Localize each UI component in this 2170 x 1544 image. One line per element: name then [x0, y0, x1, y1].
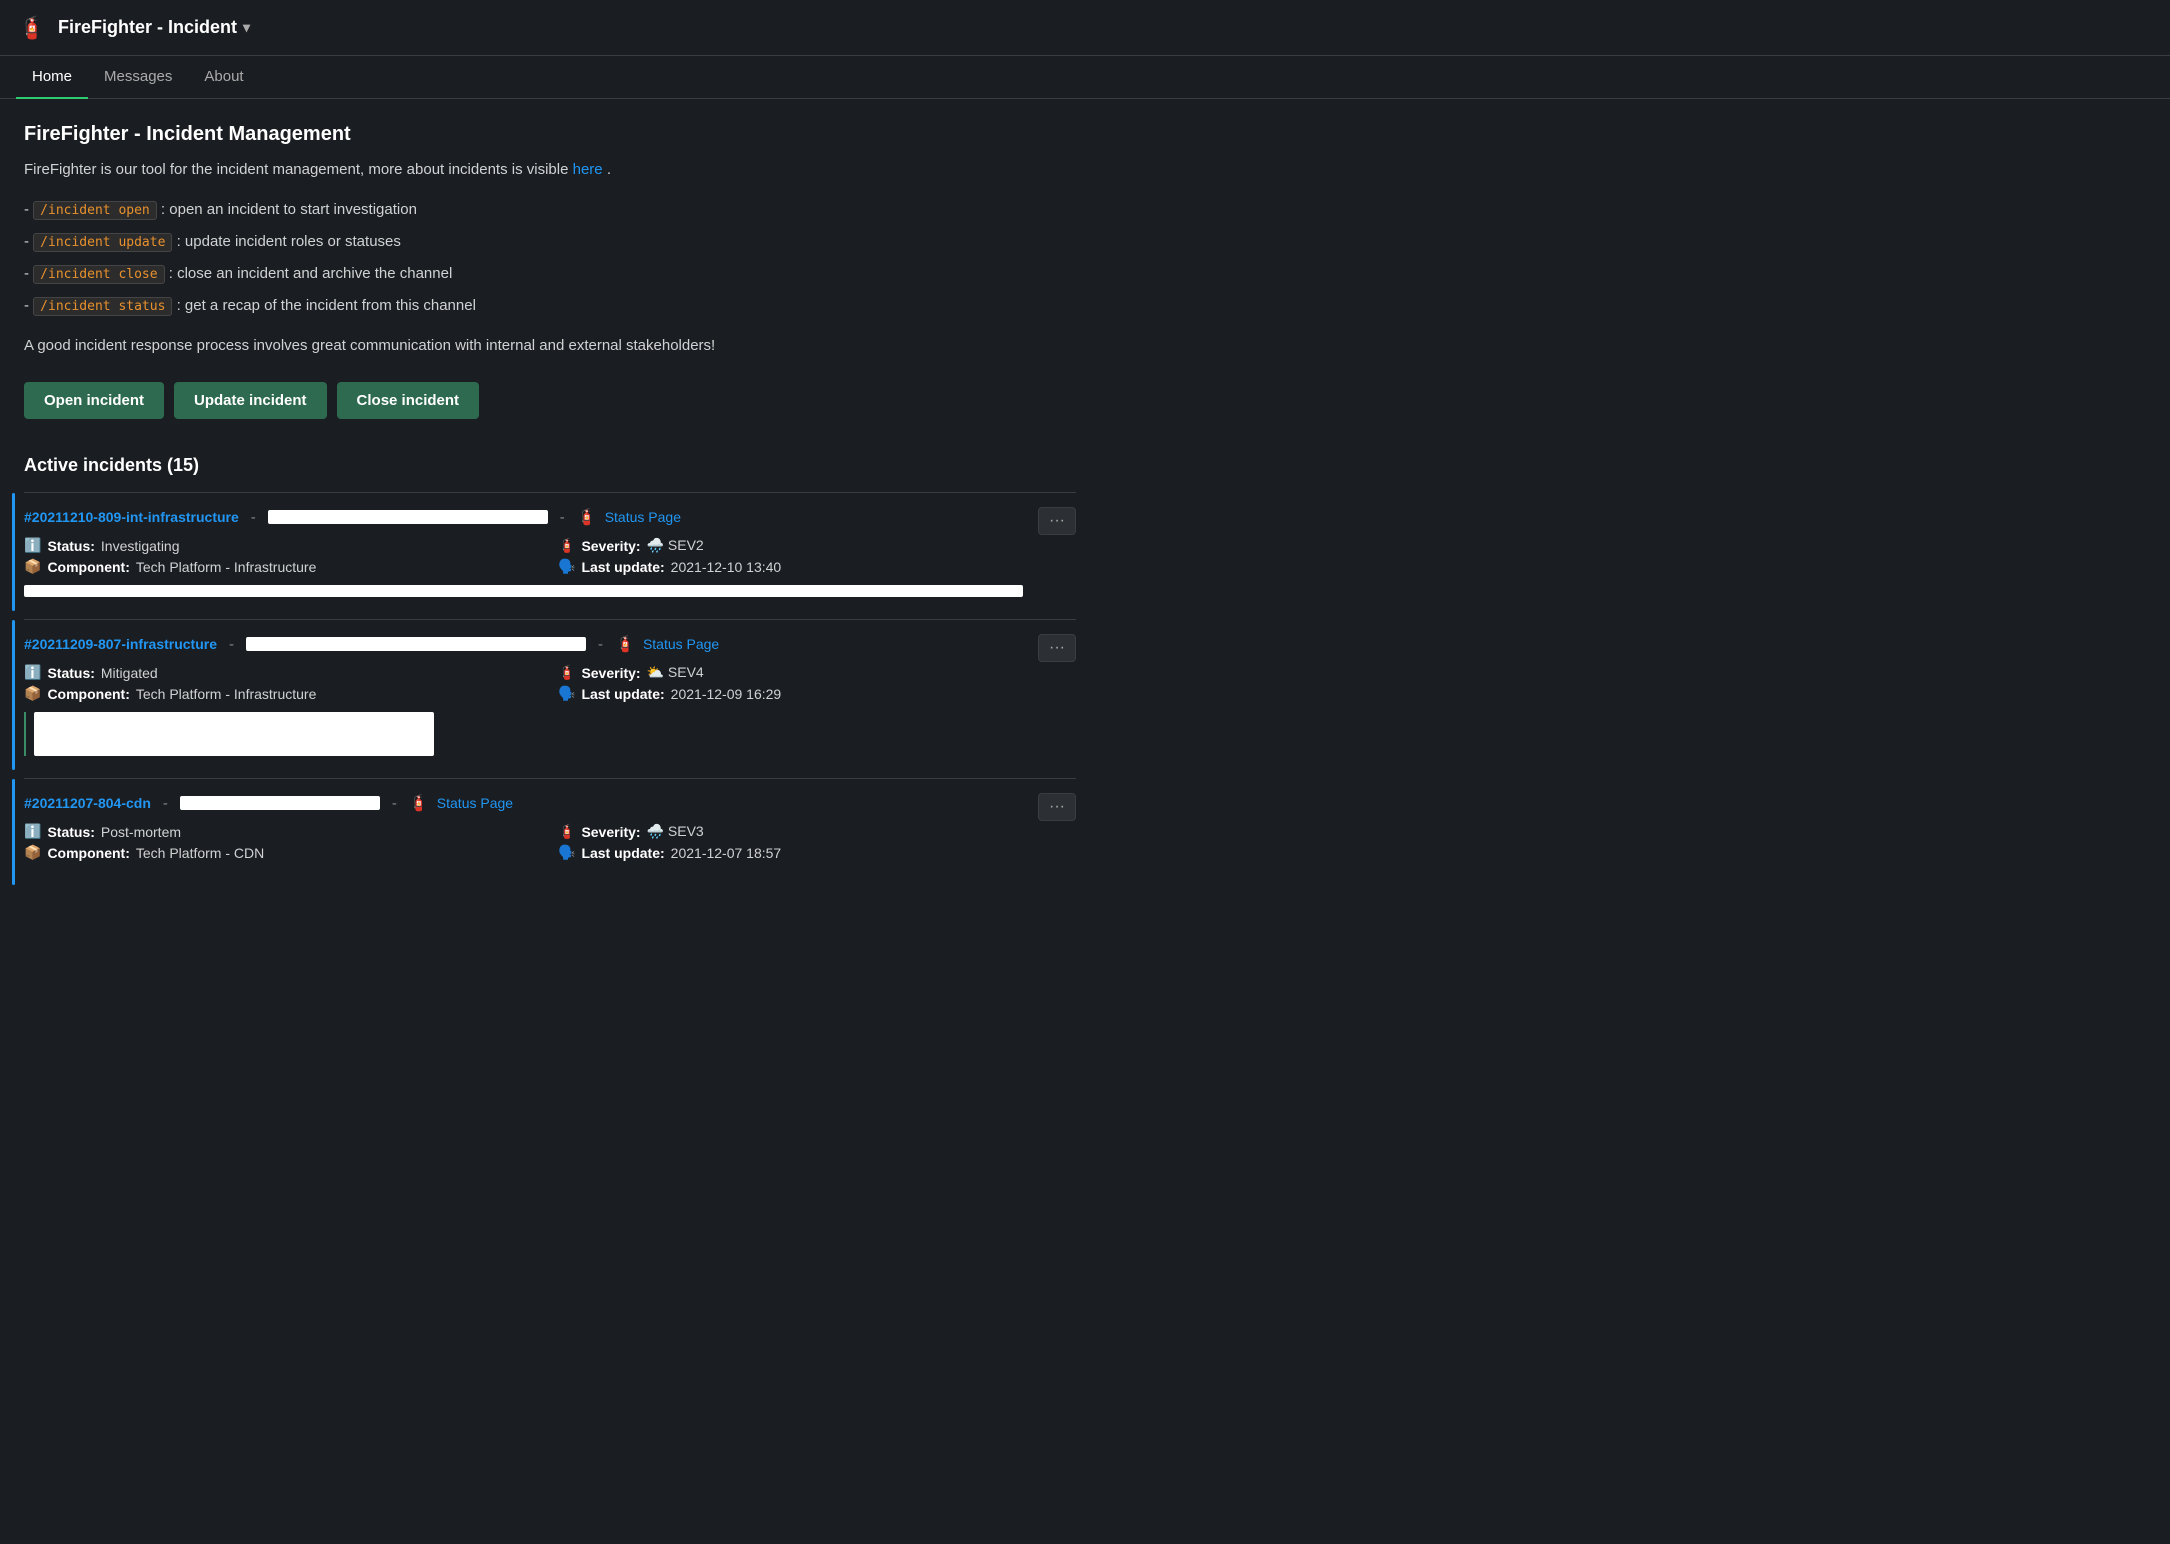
incident-details-2: ℹ️ Status: Mitigated 🧯 Severity: ⛅ SEV4 …: [24, 664, 1076, 702]
close-incident-button[interactable]: Close incident: [337, 382, 480, 419]
incident-link-3[interactable]: #20211207-804-cdn: [24, 795, 151, 811]
status-page-link-2[interactable]: Status Page: [643, 636, 719, 652]
incident-link-2[interactable]: #20211209-807-infrastructure: [24, 636, 217, 652]
command-code-update: /incident update: [33, 233, 172, 252]
box-icon-1: 📦: [24, 558, 41, 575]
incident-details-1: ℹ️ Status: Investigating 🧯 Severity: 🌧️ …: [24, 537, 1076, 575]
incident-header-3: #20211207-804-cdn - - 🧯 Status Page ···: [24, 793, 1076, 813]
component-row-3: 📦 Component: Tech Platform - CDN: [24, 844, 542, 861]
severity-icon-2: 🧯: [558, 664, 575, 681]
here-link[interactable]: here: [573, 161, 603, 178]
command-list: /incident open : open an incident to sta…: [24, 198, 1076, 318]
more-button-2[interactable]: ···: [1038, 634, 1076, 662]
box-icon-2: 📦: [24, 685, 41, 702]
app-title: FireFighter - Incident ▾: [58, 17, 250, 38]
app-title-text: FireFighter - Incident: [58, 17, 237, 38]
tagline: A good incident response process involve…: [24, 334, 1076, 358]
redacted-title-1: [268, 510, 548, 524]
incident-left-bar-1: [12, 493, 15, 611]
incident-header-2: #20211209-807-infrastructure - - 🧯 Statu…: [24, 634, 1076, 654]
severity-row-2: 🧯 Severity: ⛅ SEV4: [558, 664, 1076, 681]
incident-details-3: ℹ️ Status: Post-mortem 🧯 Severity: 🌧️ SE…: [24, 823, 1076, 861]
component-row-2: 📦 Component: Tech Platform - Infrastruct…: [24, 685, 542, 702]
short-bar-2: [34, 712, 434, 756]
app-icon: 🧯: [16, 12, 48, 44]
redacted-title-3: [180, 796, 380, 810]
fire-icon-2: 🧯: [615, 634, 635, 654]
command-code-close: /incident close: [33, 265, 164, 284]
incident-left-bar-3: [12, 779, 15, 885]
active-incidents-title: Active incidents (15): [24, 455, 1076, 476]
status-row-2: ℹ️ Status: Mitigated: [24, 664, 542, 681]
status-page-link-3[interactable]: Status Page: [437, 795, 513, 811]
redacted-title-2: [246, 637, 586, 651]
intro-text: FireFighter is our tool for the incident…: [24, 158, 1076, 182]
nav-tabs: Home Messages About: [0, 56, 2170, 99]
status-row-1: ℹ️ Status: Investigating: [24, 537, 542, 554]
incident-header-1: #20211210-809-int-infrastructure - - 🧯 S…: [24, 507, 1076, 527]
progress-bar-1: [24, 585, 1023, 597]
chat-icon-1: 🗣️: [558, 558, 575, 575]
open-incident-button[interactable]: Open incident: [24, 382, 164, 419]
update-incident-button[interactable]: Update incident: [174, 382, 327, 419]
box-icon-3: 📦: [24, 844, 41, 861]
incident-card-1: #20211210-809-int-infrastructure - - 🧯 S…: [24, 492, 1076, 611]
update-row-1: 🗣️ Last update: 2021-12-10 13:40: [558, 558, 1076, 575]
progress-area-2: [24, 712, 1076, 756]
severity-row-1: 🧯 Severity: 🌧️ SEV2: [558, 537, 1076, 554]
incident-card-3: #20211207-804-cdn - - 🧯 Status Page ··· …: [24, 778, 1076, 885]
fire-icon-3: 🧯: [409, 793, 429, 813]
incident-card-2: #20211209-807-infrastructure - - 🧯 Statu…: [24, 619, 1076, 770]
chat-icon-2: 🗣️: [558, 685, 575, 702]
more-button-1[interactable]: ···: [1038, 507, 1076, 535]
tab-messages[interactable]: Messages: [88, 56, 188, 99]
command-item-close: /incident close : close an incident and …: [24, 262, 1076, 286]
severity-icon-3: 🧯: [558, 823, 575, 840]
incident-left-bar-2: [12, 620, 15, 770]
severity-row-3: 🧯 Severity: 🌧️ SEV3: [558, 823, 1076, 840]
status-page-link-1[interactable]: Status Page: [605, 509, 681, 525]
action-buttons: Open incident Update incident Close inci…: [24, 382, 1076, 419]
info-icon-3: ℹ️: [24, 823, 41, 840]
command-item-status: /incident status : get a recap of the in…: [24, 294, 1076, 318]
update-row-3: 🗣️ Last update: 2021-12-07 18:57: [558, 844, 1076, 861]
component-row-1: 📦 Component: Tech Platform - Infrastruct…: [24, 558, 542, 575]
tab-about[interactable]: About: [188, 56, 259, 99]
status-row-3: ℹ️ Status: Post-mortem: [24, 823, 542, 840]
chevron-down-icon[interactable]: ▾: [243, 19, 250, 36]
left-accent-2: [24, 712, 26, 756]
severity-icon-1: 🧯: [558, 537, 575, 554]
update-row-2: 🗣️ Last update: 2021-12-09 16:29: [558, 685, 1076, 702]
info-icon-1: ℹ️: [24, 537, 41, 554]
more-button-3[interactable]: ···: [1038, 793, 1076, 821]
fire-icon-1: 🧯: [577, 507, 597, 527]
command-code-status: /incident status: [33, 297, 172, 316]
command-item-update: /incident update : update incident roles…: [24, 230, 1076, 254]
incident-link-1[interactable]: #20211210-809-int-infrastructure: [24, 509, 239, 525]
page-title: FireFighter - Incident Management: [24, 123, 1076, 146]
title-bar: 🧯 FireFighter - Incident ▾: [0, 0, 2170, 56]
tab-home[interactable]: Home: [16, 56, 88, 99]
info-icon-2: ℹ️: [24, 664, 41, 681]
main-content: FireFighter - Incident Management FireFi…: [0, 99, 1100, 909]
chat-icon-3: 🗣️: [558, 844, 575, 861]
command-item-open: /incident open : open an incident to sta…: [24, 198, 1076, 222]
command-code-open: /incident open: [33, 201, 157, 220]
